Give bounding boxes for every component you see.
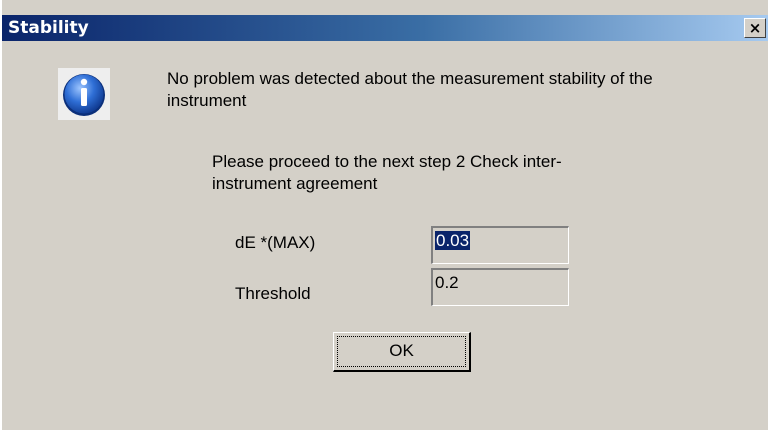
stability-dialog: Stability × No problem was detected abou… bbox=[0, 0, 768, 430]
threshold-value: 0.2 bbox=[435, 273, 459, 292]
ok-button[interactable]: OK bbox=[333, 332, 471, 372]
de-max-value: 0.03 bbox=[435, 231, 471, 250]
close-button[interactable]: × bbox=[744, 18, 766, 38]
dialog-title: Stability bbox=[8, 18, 89, 38]
threshold-field[interactable]: 0.2 bbox=[431, 268, 569, 306]
info-icon bbox=[58, 68, 110, 120]
stability-message: No problem was detected about the measur… bbox=[167, 69, 653, 110]
title-bar[interactable]: Stability bbox=[2, 15, 768, 41]
de-max-label: dE *(MAX) bbox=[235, 233, 316, 252]
threshold-label: Threshold bbox=[235, 284, 311, 303]
focus-ring bbox=[337, 336, 466, 367]
next-step-message: Please proceed to the next step 2 Check … bbox=[212, 152, 562, 193]
de-max-field[interactable]: 0.03 bbox=[431, 226, 569, 264]
